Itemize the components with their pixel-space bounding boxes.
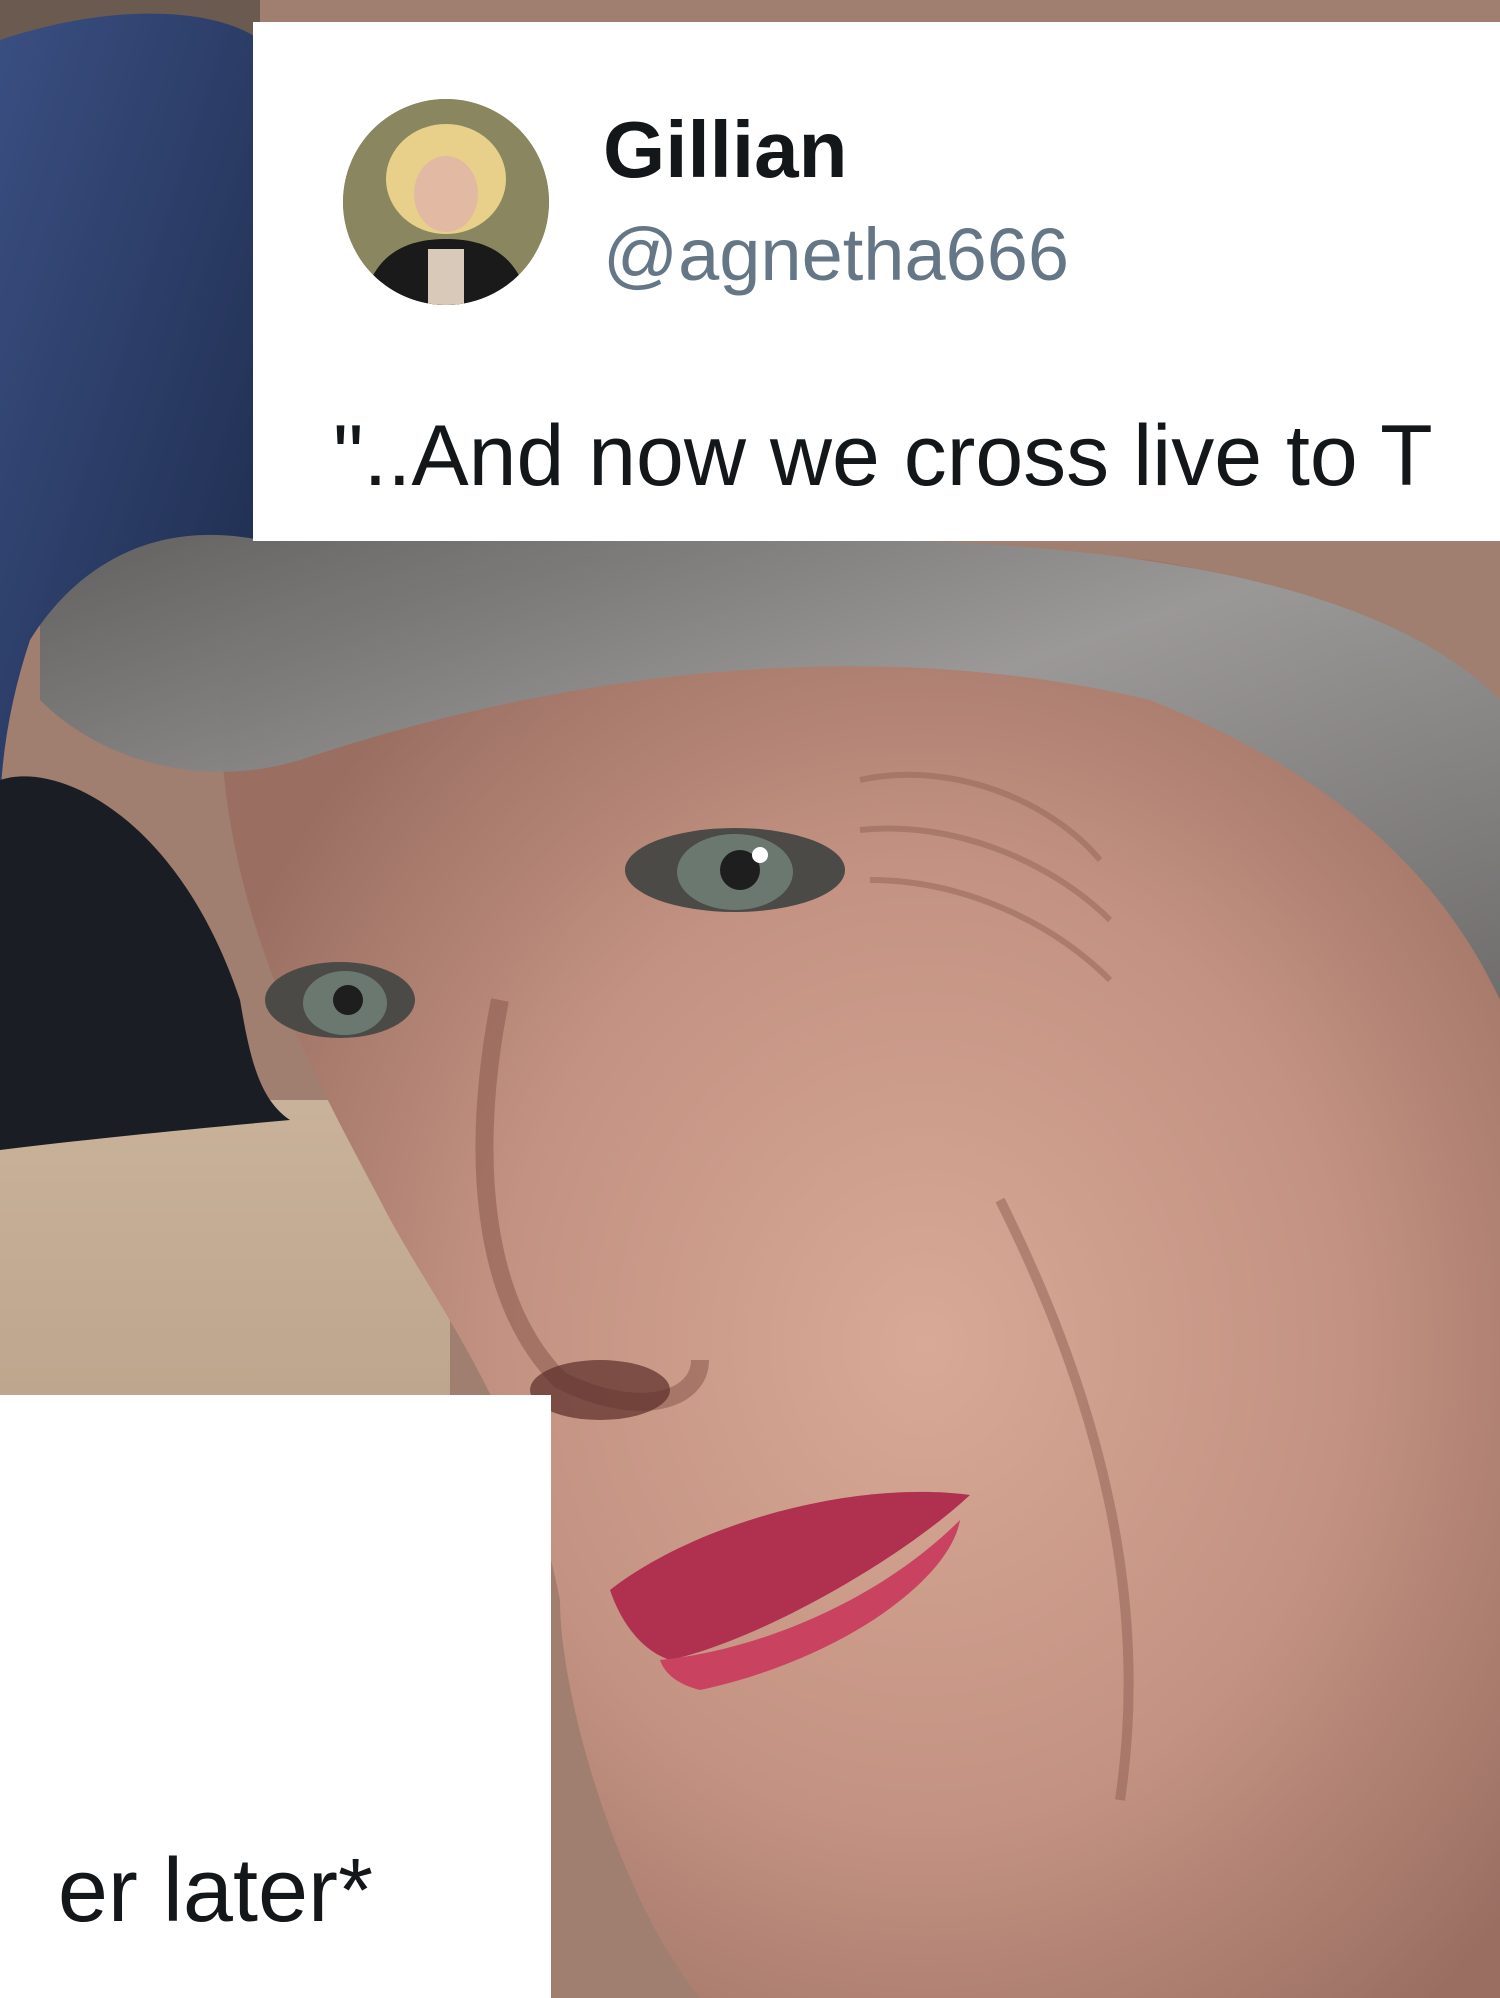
- profile-photo-icon: [343, 99, 549, 305]
- user-handle[interactable]: @agnetha666: [603, 212, 1069, 297]
- display-name[interactable]: Gillian: [603, 104, 848, 196]
- tweet-card: Gillian @agnetha666 "..And now we cross …: [253, 22, 1500, 541]
- avatar[interactable]: [343, 99, 549, 305]
- tweet-card-fragment: er later*: [0, 1395, 551, 1998]
- tweet-text: "..And now we cross live to T: [333, 408, 1433, 504]
- tweet-text-continuation: er later*: [57, 1841, 373, 1941]
